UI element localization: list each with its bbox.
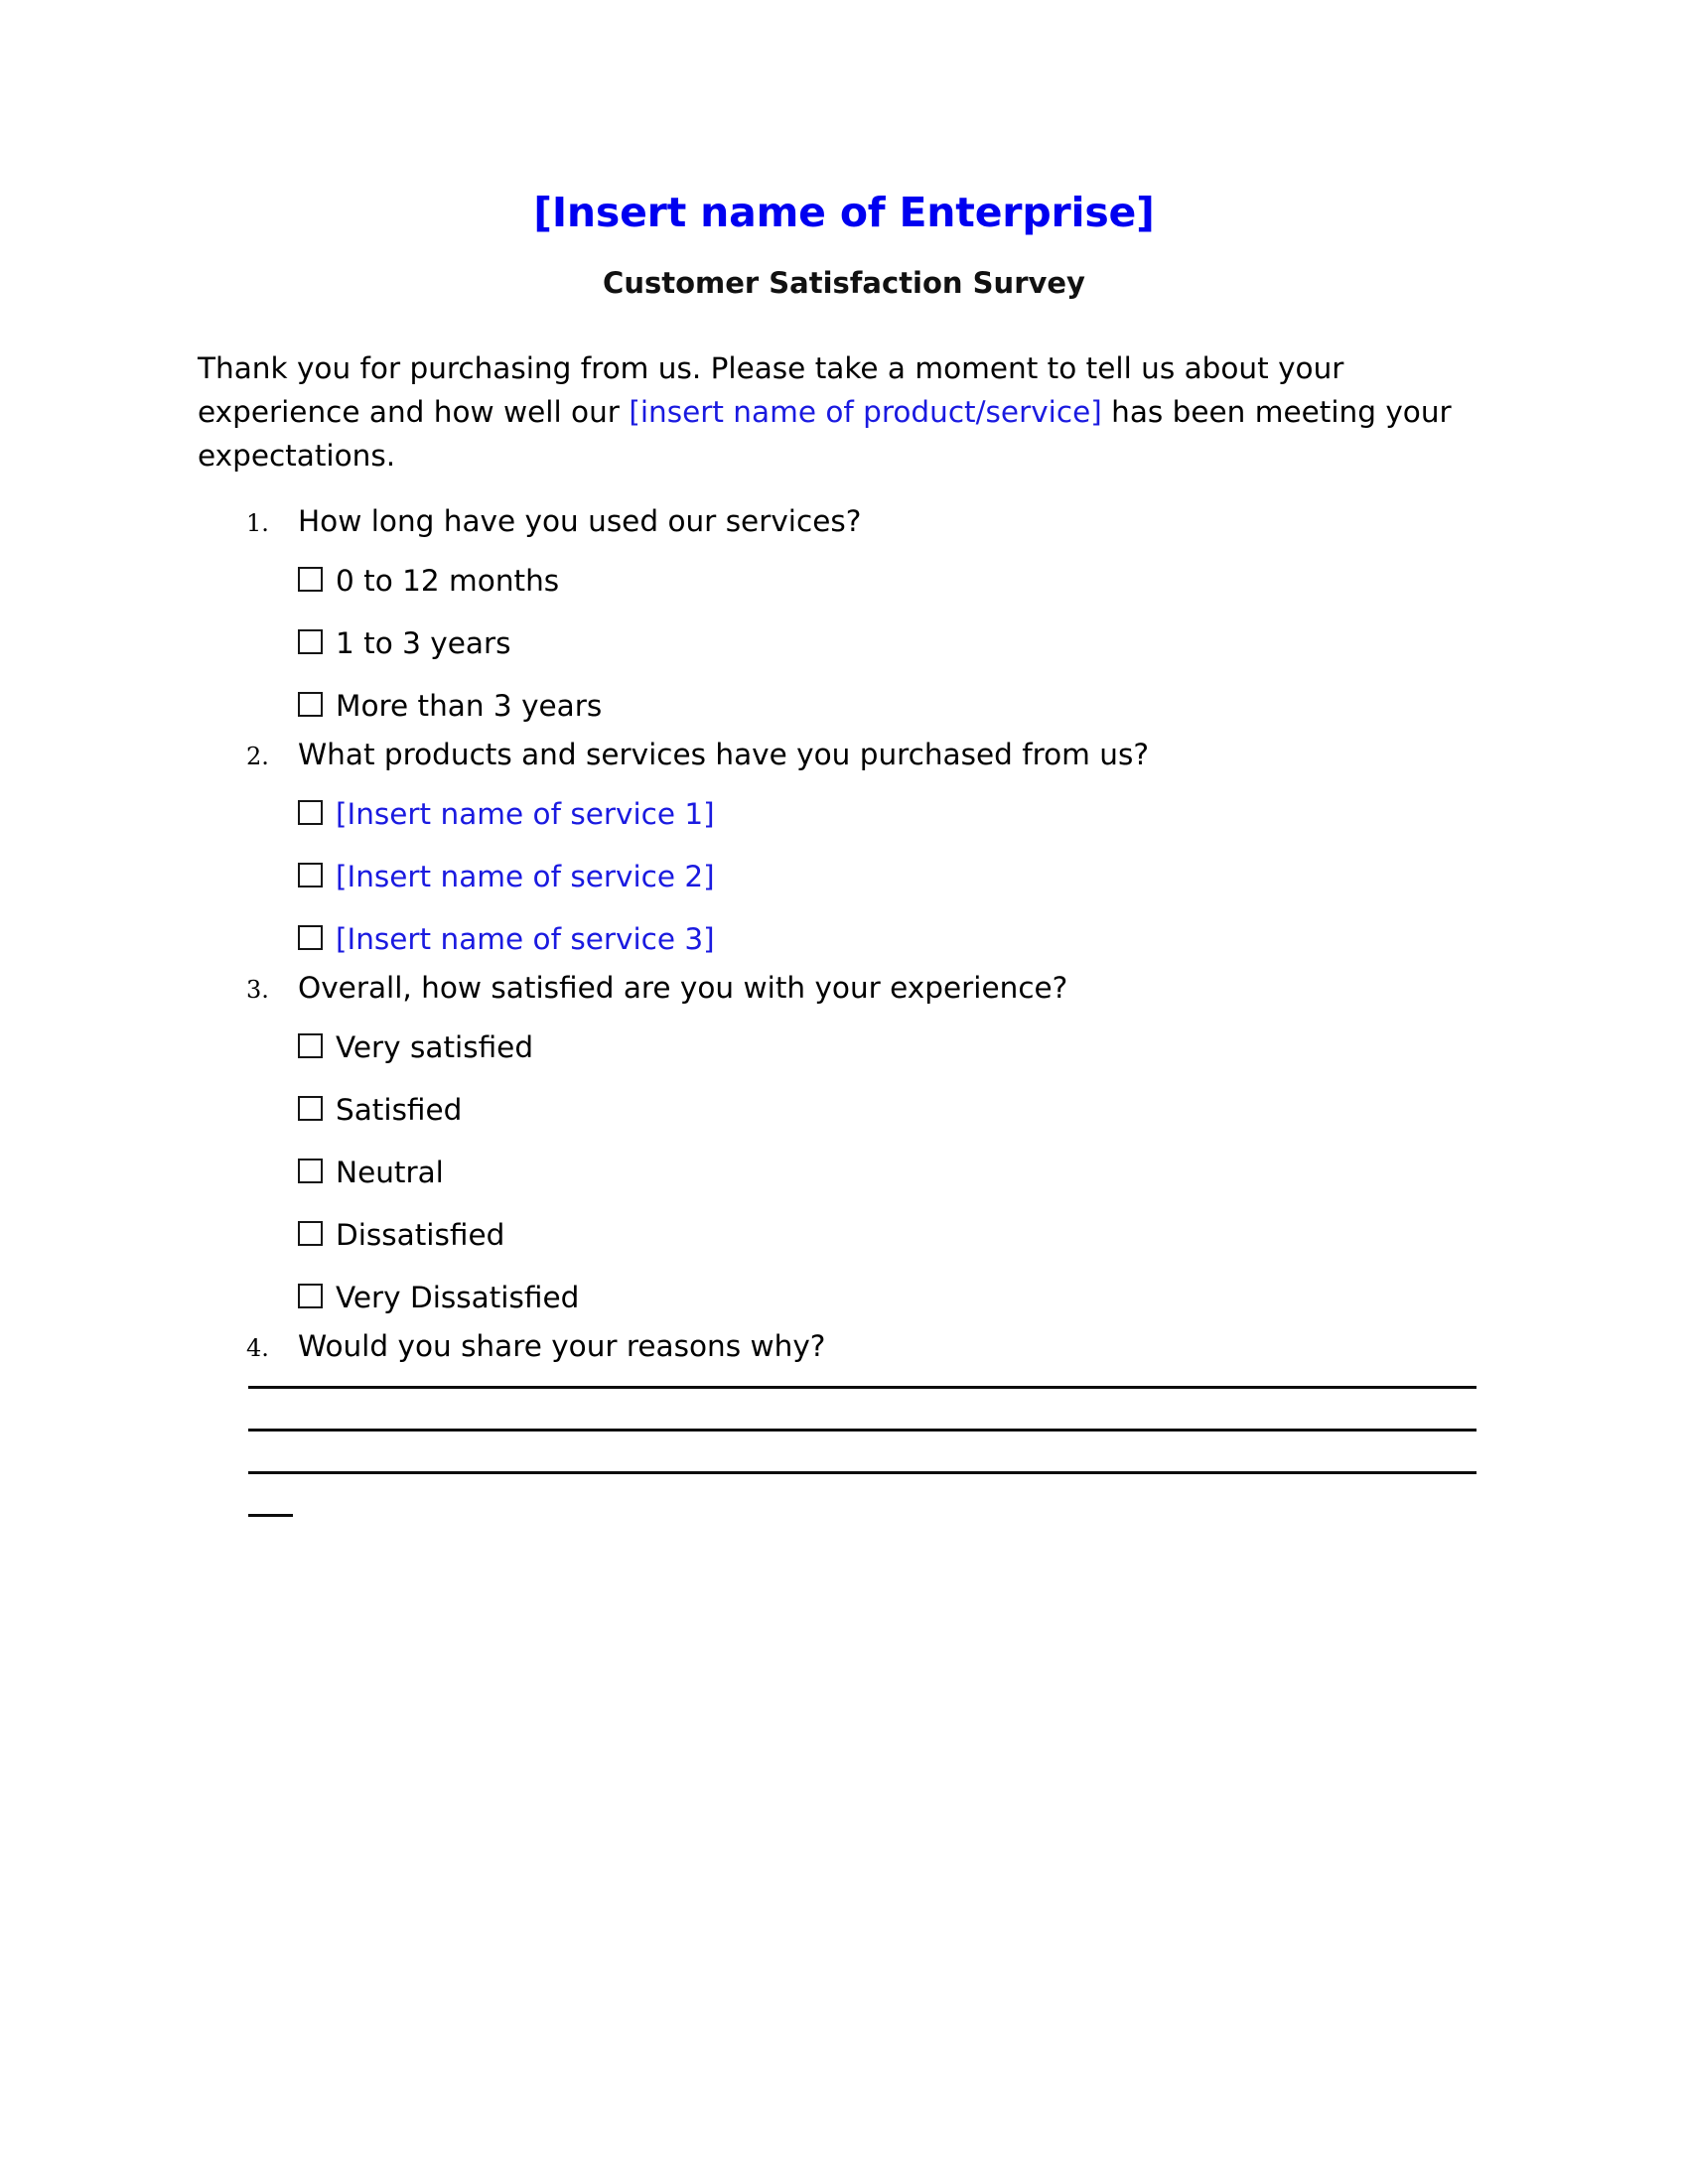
- option-group: 0 to 12 months 1 to 3 years More than 3 …: [0, 543, 1688, 737]
- option-label: [Insert name of service 3]: [336, 921, 715, 956]
- checkbox-option[interactable]: Dissatisfied: [298, 1203, 1688, 1266]
- checkbox-icon[interactable]: [298, 1221, 323, 1246]
- checkbox-icon[interactable]: [298, 692, 323, 717]
- answer-line[interactable]: [248, 1429, 1477, 1432]
- option-label: Very Dissatisfied: [336, 1280, 580, 1314]
- checkbox-icon[interactable]: [298, 629, 323, 654]
- intro-paragraph: Thank you for purchasing from us. Please…: [198, 346, 1464, 478]
- option-group: Very satisfied Satisfied Neutral Dissati…: [0, 1010, 1688, 1328]
- question-heading: 1. How long have you used our services?: [0, 501, 1688, 543]
- checkbox-icon[interactable]: [298, 863, 323, 887]
- checkbox-icon[interactable]: [298, 800, 323, 825]
- checkbox-icon[interactable]: [298, 567, 323, 592]
- question-number: 3.: [246, 976, 269, 1004]
- question-list: 1. How long have you used our services? …: [0, 501, 1688, 1368]
- checkbox-option[interactable]: Satisfied: [298, 1078, 1688, 1141]
- product-service-placeholder: [insert name of product/service]: [629, 395, 1102, 429]
- checkbox-icon[interactable]: [298, 1033, 323, 1058]
- page-title: [Insert name of Enterprise]: [533, 189, 1155, 236]
- option-label: 0 to 12 months: [336, 563, 560, 598]
- option-label: Neutral: [336, 1155, 444, 1189]
- checkbox-option[interactable]: More than 3 years: [298, 674, 1688, 737]
- answer-line[interactable]: [248, 1471, 1477, 1474]
- question-block: 1. How long have you used our services? …: [0, 501, 1688, 737]
- checkbox-option[interactable]: [Insert name of service 1]: [298, 782, 1688, 845]
- question-text: Would you share your reasons why?: [298, 1329, 826, 1363]
- answer-line[interactable]: [248, 1386, 1477, 1389]
- option-label: Dissatisfied: [336, 1217, 505, 1252]
- question-text: What products and services have you purc…: [298, 738, 1149, 771]
- checkbox-option[interactable]: Very Dissatisfied: [298, 1266, 1688, 1328]
- option-label: [Insert name of service 2]: [336, 859, 715, 893]
- checkbox-icon[interactable]: [298, 925, 323, 950]
- question-heading: 4. Would you share your reasons why?: [0, 1326, 1688, 1368]
- answer-line-short[interactable]: [248, 1514, 293, 1517]
- checkbox-icon[interactable]: [298, 1159, 323, 1183]
- option-label: [Insert name of service 1]: [336, 796, 715, 831]
- option-label: 1 to 3 years: [336, 625, 511, 660]
- question-heading: 3. Overall, how satisfied are you with y…: [0, 968, 1688, 1010]
- option-label: More than 3 years: [336, 688, 603, 723]
- question-block: 3. Overall, how satisfied are you with y…: [0, 968, 1688, 1328]
- question-number: 1.: [246, 509, 269, 537]
- checkbox-option[interactable]: Neutral: [298, 1141, 1688, 1203]
- checkbox-option[interactable]: Very satisfied: [298, 1016, 1688, 1078]
- question-number: 4.: [246, 1334, 269, 1362]
- free-text-answer-area[interactable]: [248, 1386, 1477, 1517]
- checkbox-option[interactable]: 1 to 3 years: [298, 612, 1688, 674]
- option-label: Satisfied: [336, 1092, 463, 1127]
- question-text: Overall, how satisfied are you with your…: [298, 971, 1068, 1005]
- question-number: 2.: [246, 743, 269, 770]
- checkbox-option[interactable]: [Insert name of service 3]: [298, 907, 1688, 970]
- page-subtitle: Customer Satisfaction Survey: [603, 266, 1085, 301]
- checkbox-option[interactable]: [Insert name of service 2]: [298, 845, 1688, 907]
- question-heading: 2. What products and services have you p…: [0, 735, 1688, 776]
- question-block: 2. What products and services have you p…: [0, 735, 1688, 970]
- checkbox-option[interactable]: 0 to 12 months: [298, 549, 1688, 612]
- option-group: [Insert name of service 1] [Insert name …: [0, 776, 1688, 970]
- checkbox-icon[interactable]: [298, 1284, 323, 1308]
- option-label: Very satisfied: [336, 1029, 534, 1064]
- survey-page: [Insert name of Enterprise] Customer Sat…: [0, 0, 1688, 2184]
- checkbox-icon[interactable]: [298, 1096, 323, 1121]
- question-block: 4. Would you share your reasons why?: [0, 1326, 1688, 1368]
- question-text: How long have you used our services?: [298, 504, 862, 538]
